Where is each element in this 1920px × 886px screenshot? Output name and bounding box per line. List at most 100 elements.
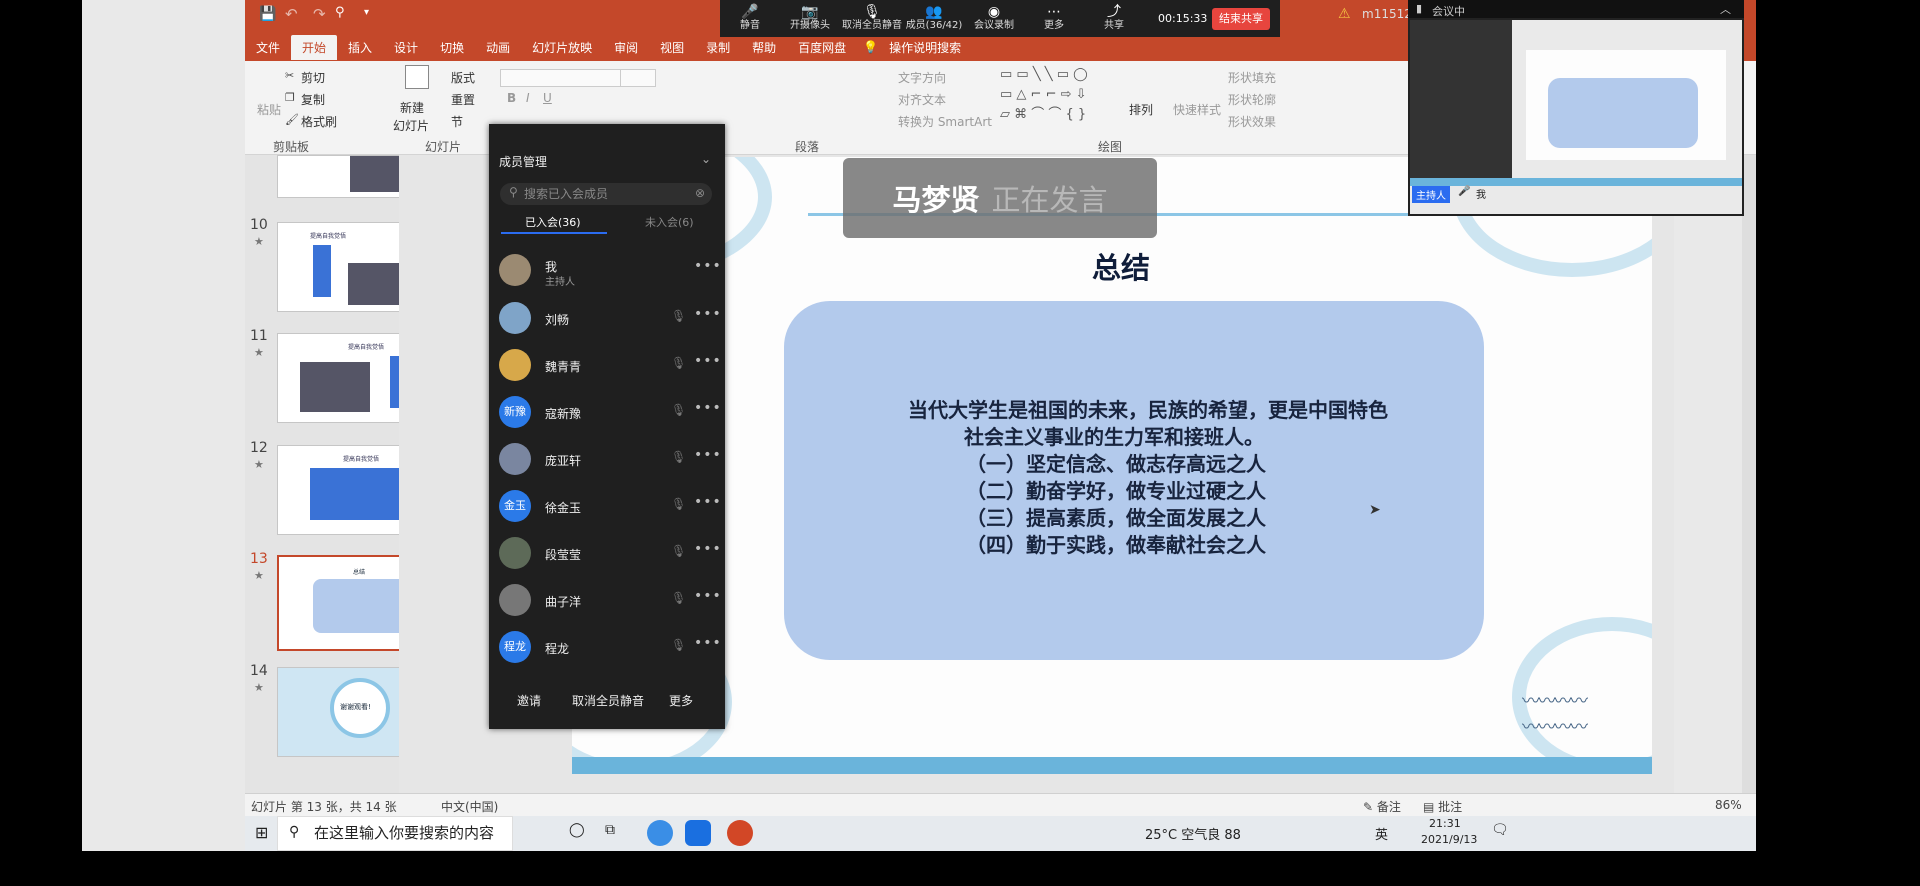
tab-baidu[interactable]: 百度网盘 [787,35,857,60]
windows-start-icon[interactable]: ⊞ [255,823,268,842]
member-row[interactable]: 刘畅 🎙 ••• [499,300,722,336]
mic-muted-icon[interactable]: 🎙 [671,591,686,605]
member-row[interactable]: 金玉 徐金玉 🎙 ••• [499,488,722,524]
arrange-button[interactable]: 排列 [1129,101,1153,118]
clear-icon[interactable]: ⊗ [695,186,705,200]
powerpoint-icon[interactable] [727,820,753,846]
more-dots-icon[interactable]: ••• [694,353,722,369]
tab-insert[interactable]: 插入 [337,35,383,60]
smartart-button[interactable]: 转换为 SmartArt [898,113,992,130]
more-dots-icon[interactable]: ••• [694,258,722,274]
mic-muted-icon[interactable]: 🎙 [671,544,686,558]
more-members-button[interactable]: 更多 [669,692,693,709]
member-row[interactable]: 魏青青 🎙 ••• [499,347,722,383]
comments-button[interactable]: ▤ 批注 [1423,798,1462,815]
mic-muted-icon[interactable]: 🎙 [671,403,686,417]
layout-button[interactable]: 版式 [451,69,475,86]
stop-share-button[interactable]: 结束共享 [1212,8,1270,30]
mute-button[interactable]: 🎤 静音 [720,5,780,32]
record-button[interactable]: ◉ 会议录制 [964,5,1024,32]
tab-help[interactable]: 帮助 [741,35,787,60]
clock-date[interactable]: 2021/9/13 [1421,833,1477,846]
mic-muted-icon[interactable]: 🎙 [671,356,686,370]
cortana-icon[interactable]: ◯ [569,822,585,838]
copy-button[interactable]: 复制 [301,91,325,108]
shape-outline-button[interactable]: 形状轮廓 [1228,91,1276,108]
more-dots-icon[interactable]: ••• [694,447,722,463]
tell-me-search[interactable]: 操作说明搜索 [878,35,972,60]
member-search-input[interactable]: 搜索已入会成员 [500,183,712,205]
member-row[interactable]: 段莹莹 🎙 ••• [499,535,722,571]
notes-button[interactable]: ✎ 备注 [1363,798,1401,815]
save-icon[interactable]: 💾 [259,6,276,22]
share-button[interactable]: ⤴ 共享 [1084,5,1144,32]
tab-record[interactable]: 录制 [695,35,741,60]
language-indicator[interactable]: 中文(中国) [441,798,498,815]
tab-slideshow[interactable]: 幻灯片放映 [521,35,603,60]
tab-home[interactable]: 开始 [291,34,338,60]
reset-button[interactable]: 重置 [451,91,475,108]
tab-animations[interactable]: 动画 [475,35,521,60]
new-slide-button[interactable]: 新建 [400,99,424,116]
mic-muted-icon[interactable]: 🎙 [671,497,686,511]
align-text-button[interactable]: 对齐文本 [898,91,946,108]
font-size-box[interactable] [620,69,656,87]
task-view-icon[interactable]: ⧉ [605,822,615,838]
mic-muted-icon[interactable]: 🎙 [671,450,686,464]
more-dots-icon[interactable]: ••• [694,306,722,322]
text-direction-button[interactable]: 文字方向 [898,69,946,86]
more-dots-icon[interactable]: ••• [694,541,722,557]
notification-icon[interactable]: 🗨 [1491,822,1509,838]
shape-effects-button[interactable]: 形状效果 [1228,113,1276,130]
members-button[interactable]: 👥 成员(36/42) [904,5,964,32]
more-dots-icon[interactable]: ••• [694,494,722,510]
new-slide-button-2[interactable]: 幻灯片 [393,117,429,134]
shape-fill-button[interactable]: 形状填充 [1228,69,1276,86]
member-row[interactable]: 程龙 程龙 🎙 ••• [499,629,722,665]
section-button[interactable]: 节 [451,113,463,130]
zoom-level[interactable]: 86% [1715,798,1742,812]
taskbar-search[interactable]: 在这里输入你要搜索的内容 [277,816,513,851]
camera-button[interactable]: 📷 开摄像头 [780,5,840,32]
more-icon[interactable]: ▾ [364,7,369,18]
member-row[interactable]: 庞亚轩 🎙 ••• [499,441,722,477]
paste-button[interactable]: 粘贴 [257,101,281,118]
tab-not-joined[interactable]: 未入会(6) [645,214,694,230]
unmute-all-button[interactable]: 🎙 取消全员静音 [840,5,904,32]
video-preview[interactable]: 主持人 🎤 我 [1408,18,1744,216]
more-dots-icon[interactable]: ••• [694,635,722,651]
app-icon[interactable] [647,820,673,846]
meeting-app-icon[interactable] [685,820,711,846]
chevron-down-icon[interactable]: ⌄ [701,152,711,166]
format-icon[interactable]: ⚲ [335,5,345,20]
shapes-gallery[interactable]: ▭ ▭ ╲ ╲ ▭ ◯ ▭ △ ⌐ ⌐ ⇨ ⇩ ▱ ⌘ ⌒ ⌒ { } [1000,65,1118,127]
redo-icon[interactable]: ↷ [313,5,326,23]
canvas-scrollbar[interactable] [1742,155,1756,793]
italic-icon[interactable]: I [526,91,530,105]
member-row[interactable]: 新豫 寇新豫 🎙 ••• [499,394,722,430]
ime-indicator[interactable]: 英 [1375,824,1388,843]
bold-icon[interactable]: B [507,91,516,105]
undo-icon[interactable]: ↶ [285,5,298,23]
weather-text[interactable]: 25°C 空气良 88 [1145,824,1241,843]
more-dots-icon[interactable]: ••• [694,400,722,416]
tab-file[interactable]: 文件 [245,35,291,60]
mic-muted-icon[interactable]: 🎙 [671,638,686,652]
tab-design[interactable]: 设计 [383,35,429,60]
mic-muted-icon[interactable]: 🎙 [671,309,686,323]
collapse-icon[interactable]: ︿ [1720,1,1731,17]
tab-view[interactable]: 视图 [649,35,695,60]
underline-icon[interactable]: U [543,91,552,105]
more-button[interactable]: ⋯ 更多 [1024,5,1084,32]
tab-review[interactable]: 审阅 [603,35,649,60]
quick-styles-button[interactable]: 快速样式 [1173,101,1221,118]
cut-button[interactable]: 剪切 [301,69,325,86]
clock-time[interactable]: 21:31 [1429,817,1461,830]
tab-joined[interactable]: 已入会(36) [525,214,581,230]
invite-button[interactable]: 邀请 [517,692,541,709]
member-row[interactable]: 我 主持人 ••• [499,252,722,288]
member-row[interactable]: 曲子洋 🎙 ••• [499,582,722,618]
unmute-all-members-button[interactable]: 取消全员静音 [572,692,644,709]
more-dots-icon[interactable]: ••• [694,588,722,604]
tab-transitions[interactable]: 切换 [429,35,475,60]
